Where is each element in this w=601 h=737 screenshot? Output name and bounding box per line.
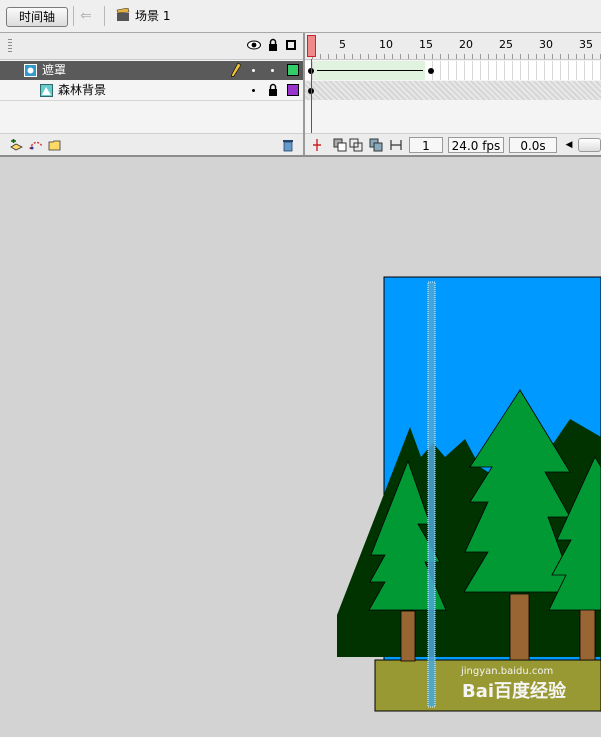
timeline-panel: 遮罩 森林背景 5 10 15 20 25 30 35 1 24.0 fps 0… [0, 33, 601, 156]
elapsed-time-field[interactable]: 0.0s [509, 137, 557, 153]
frame-ruler[interactable]: 1 5 10 15 20 25 30 35 [305, 33, 601, 60]
outline-toggle-icon[interactable] [286, 40, 296, 50]
delete-layer-trash-icon[interactable] [281, 138, 295, 152]
lock-icon[interactable] [268, 83, 278, 97]
add-motion-guide-icon[interactable] [29, 138, 43, 152]
edit-multiple-frames-icon[interactable] [369, 138, 383, 152]
back-arrow-icon[interactable]: ⇐ [78, 8, 94, 24]
scroll-left-arrow-icon[interactable]: ◀ [564, 139, 574, 151]
toolbar-separator [104, 6, 105, 26]
frames-footer: 1 24.0 fps 0.0s ◀ [305, 133, 601, 156]
visibility-dot[interactable] [252, 69, 255, 72]
ruler-tick: 35 [579, 38, 593, 51]
tree-trunk[interactable] [400, 610, 416, 662]
lock-dot[interactable] [271, 69, 274, 72]
insert-layer-icon[interactable] [9, 138, 23, 152]
outline-color-swatch[interactable] [287, 64, 299, 76]
top-toolbar: 时间轴 ⇐ 场景 1 [0, 0, 601, 33]
frame-row-forest[interactable] [305, 81, 601, 100]
tree-trunk[interactable] [509, 593, 530, 661]
watermark-logo: Bai百度经验 [462, 681, 567, 702]
onion-skin-icon[interactable] [333, 138, 347, 152]
playhead[interactable] [307, 35, 316, 57]
frames-area[interactable]: 1 5 10 15 20 25 30 35 [305, 33, 601, 133]
layers-header [0, 33, 303, 60]
layers-footer [0, 133, 303, 156]
timeline-toggle-button[interactable]: 时间轴 [6, 7, 68, 27]
onion-skin-outlines-icon[interactable] [349, 138, 363, 152]
masked-layer-icon [40, 84, 53, 97]
end-keyframe[interactable] [428, 68, 434, 74]
center-frame-icon[interactable] [310, 138, 324, 152]
tween-arrow [317, 70, 423, 71]
scene-name[interactable]: 场景 1 [135, 8, 170, 24]
playhead-line [311, 59, 312, 133]
ruler-tick: 10 [379, 38, 393, 51]
layer-name[interactable]: 森林背景 [58, 83, 106, 98]
layer-row-mask[interactable]: 遮罩 [0, 61, 303, 80]
scene-clapperboard-icon [116, 8, 130, 21]
modify-onion-markers-icon[interactable] [389, 138, 403, 152]
pencil-icon [231, 63, 241, 77]
mask-layer-icon [24, 64, 37, 77]
toolbar-separator [73, 6, 74, 26]
lock-all-icon[interactable] [268, 38, 278, 52]
frame-rate-field[interactable]: 24.0 fps [448, 137, 504, 153]
stage-canvas[interactable] [0, 157, 601, 737]
ruler-tick: 25 [499, 38, 513, 51]
ruler-tick: 15 [419, 38, 433, 51]
ruler-tick: 20 [459, 38, 473, 51]
stage-area[interactable]: Bai百度经验 jingyan.baidu.com [0, 157, 601, 737]
tree-trunk[interactable] [579, 608, 596, 661]
layer-name[interactable]: 遮罩 [42, 63, 66, 78]
outline-color-swatch[interactable] [287, 84, 299, 96]
ruler-tick: 30 [539, 38, 553, 51]
visibility-dot[interactable] [252, 89, 255, 92]
panel-grip-icon[interactable] [8, 39, 12, 53]
show-hide-eye-icon[interactable] [247, 40, 261, 50]
horizontal-scrollbar-thumb[interactable] [578, 138, 601, 152]
insert-folder-icon[interactable] [48, 138, 62, 152]
ruler-tick: 5 [339, 38, 346, 51]
mask-strip[interactable] [428, 282, 435, 707]
layer-row-forest[interactable]: 森林背景 [0, 81, 303, 101]
current-frame-field[interactable]: 1 [409, 137, 443, 153]
watermark-url: jingyan.baidu.com [461, 666, 554, 677]
